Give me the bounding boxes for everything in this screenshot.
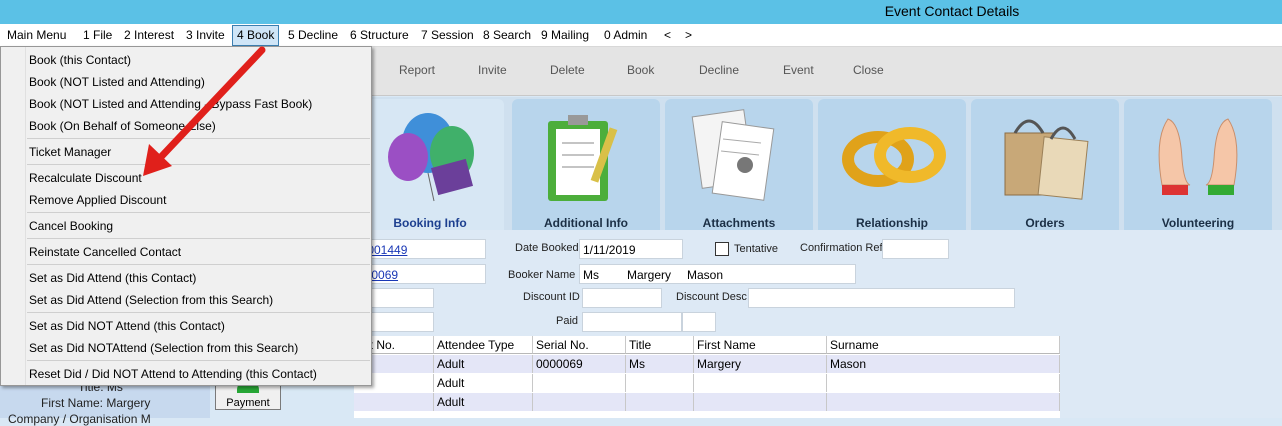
red-arrow-annotation: [143, 46, 266, 176]
arrow-shaft: [156, 46, 266, 162]
